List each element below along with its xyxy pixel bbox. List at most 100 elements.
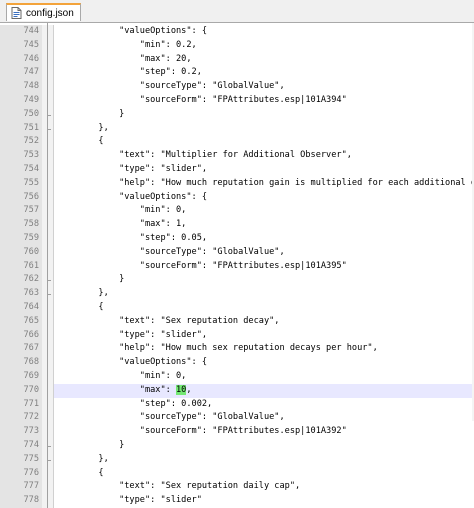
code-text: "step": 0.05, <box>57 233 208 243</box>
code-line[interactable]: 775 }, <box>0 452 474 467</box>
code-text: "max": 1, <box>57 219 187 230</box>
fold-margin[interactable] <box>42 328 54 343</box>
fold-end-marker <box>47 445 51 447</box>
code-text-before-match: "max": <box>57 384 176 395</box>
fold-margin[interactable] <box>42 190 54 205</box>
code-line[interactable]: 767 "help": "How much sex reputation dec… <box>0 342 474 357</box>
fold-margin[interactable] <box>42 425 54 439</box>
code-line[interactable]: 771 "step": 0.002, <box>0 397 474 412</box>
code-text: { <box>57 467 104 478</box>
fold-margin[interactable] <box>42 163 54 177</box>
code-line[interactable]: 765 "text": "Sex reputation decay", <box>0 314 474 329</box>
code-line[interactable]: 776 { <box>0 466 474 481</box>
code-text: "type": "slider", <box>57 164 208 174</box>
code-line-current[interactable]: 770 "max": 10, <box>0 383 474 398</box>
fold-margin[interactable] <box>42 176 54 191</box>
line-number: 754 <box>0 163 42 177</box>
fold-margin[interactable] <box>42 52 54 67</box>
fold-margin[interactable] <box>42 397 54 412</box>
fold-margin[interactable] <box>42 411 54 426</box>
code-text: "step": 0.002, <box>57 398 213 409</box>
fold-margin[interactable] <box>42 259 54 274</box>
line-number: 744 <box>0 25 42 39</box>
code-line[interactable]: 774 } <box>0 439 474 453</box>
fold-margin[interactable] <box>42 66 54 81</box>
fold-margin[interactable] <box>42 383 54 398</box>
code-line[interactable]: 763 }, <box>0 287 474 301</box>
line-number: 759 <box>0 232 42 246</box>
line-number: 768 <box>0 356 42 370</box>
fold-margin[interactable] <box>42 135 54 150</box>
line-number: 766 <box>0 328 42 343</box>
code-line[interactable]: 769 "min": 0, <box>0 370 474 384</box>
line-number: 755 <box>0 176 42 191</box>
code-line[interactable]: 752 { <box>0 135 474 150</box>
code-text: "valueOptions": { <box>57 191 208 202</box>
fold-margin[interactable] <box>42 480 54 495</box>
fold-margin[interactable] <box>42 342 54 357</box>
tab-bar: config.json <box>0 0 474 23</box>
code-line[interactable]: 760 "sourceType": "GlobalValue", <box>0 245 474 260</box>
fold-margin[interactable] <box>42 494 54 508</box>
file-icon <box>11 7 22 19</box>
code-text-after-match: , <box>186 384 192 395</box>
line-number: 745 <box>0 38 42 53</box>
code-text: "text": "Multiplier for Additional Obser… <box>57 150 352 161</box>
fold-margin[interactable] <box>42 301 54 315</box>
code-line[interactable]: 755 "help": "How much reputation gain is… <box>0 176 474 191</box>
line-number: 750 <box>0 107 42 122</box>
code-line[interactable]: 778 "type": "slider" <box>0 494 474 508</box>
fold-margin[interactable] <box>42 356 54 370</box>
code-line[interactable]: 761 "sourceForm": "FPAttributes.esp|101A… <box>0 259 474 274</box>
fold-margin[interactable] <box>42 94 54 108</box>
code-line[interactable]: 757 "min": 0, <box>0 204 474 219</box>
code-line[interactable]: 746 "max": 20, <box>0 52 474 67</box>
fold-margin[interactable] <box>42 232 54 246</box>
code-line[interactable]: 751 }, <box>0 121 474 136</box>
tab-config-json[interactable]: config.json <box>6 3 81 21</box>
code-line[interactable]: 768 "valueOptions": { <box>0 356 474 370</box>
fold-margin[interactable] <box>42 314 54 329</box>
code-text: "valueOptions": { <box>57 357 208 368</box>
code-line[interactable]: 773 "sourceForm": "FPAttributes.esp|101A… <box>0 425 474 439</box>
code-line[interactable]: 754 "type": "slider", <box>0 163 474 177</box>
line-number: 756 <box>0 190 42 205</box>
line-number: 758 <box>0 218 42 232</box>
code-text: }, <box>57 453 109 464</box>
code-line[interactable]: 766 "type": "slider", <box>0 328 474 343</box>
fold-margin[interactable] <box>42 218 54 232</box>
code-text: "sourceType": "GlobalValue", <box>57 246 285 257</box>
code-line[interactable]: 744 "valueOptions": { <box>0 25 474 39</box>
code-line[interactable]: 758 "max": 1, <box>0 218 474 232</box>
code-text: "min": 0, <box>57 205 187 216</box>
code-editor[interactable]: 744 "valueOptions": {745 "min": 0.2, 746 … <box>0 23 474 508</box>
fold-end-marker <box>47 128 51 130</box>
line-number: 773 <box>0 425 42 439</box>
fold-margin[interactable] <box>42 204 54 219</box>
code-line[interactable]: 750 } <box>0 107 474 122</box>
code-line[interactable]: 762 } <box>0 273 474 288</box>
fold-margin[interactable] <box>42 25 54 39</box>
code-line[interactable]: 753 "text": "Multiplier for Additional O… <box>0 149 474 163</box>
code-line[interactable]: 759 "step": 0.05, <box>0 232 474 246</box>
code-text: } <box>57 108 125 119</box>
fold-margin[interactable] <box>42 370 54 384</box>
code-line[interactable]: 756 "valueOptions": { <box>0 190 474 205</box>
code-line[interactable]: 745 "min": 0.2, <box>0 38 474 53</box>
fold-margin[interactable] <box>42 38 54 53</box>
code-line[interactable]: 749 "sourceForm": "FPAttributes.esp|101A… <box>0 94 474 108</box>
code-text: } <box>57 440 125 450</box>
code-line[interactable]: 748 "sourceType": "GlobalValue", <box>0 80 474 94</box>
fold-margin[interactable] <box>42 466 54 481</box>
code-line[interactable]: 777 "text": "Sex reputation daily cap", <box>0 480 474 495</box>
code-line[interactable]: 764 { <box>0 301 474 315</box>
tab-label: config.json <box>26 7 74 19</box>
code-line[interactable]: 772 "sourceType": "GlobalValue", <box>0 411 474 426</box>
line-number: 777 <box>0 480 42 495</box>
code-line[interactable]: 747 "step": 0.2, <box>0 66 474 81</box>
fold-margin[interactable] <box>42 149 54 163</box>
fold-margin[interactable] <box>42 80 54 94</box>
fold-margin[interactable] <box>42 245 54 260</box>
line-number: 751 <box>0 121 42 136</box>
code-text: "sourceType": "GlobalValue", <box>57 81 285 92</box>
